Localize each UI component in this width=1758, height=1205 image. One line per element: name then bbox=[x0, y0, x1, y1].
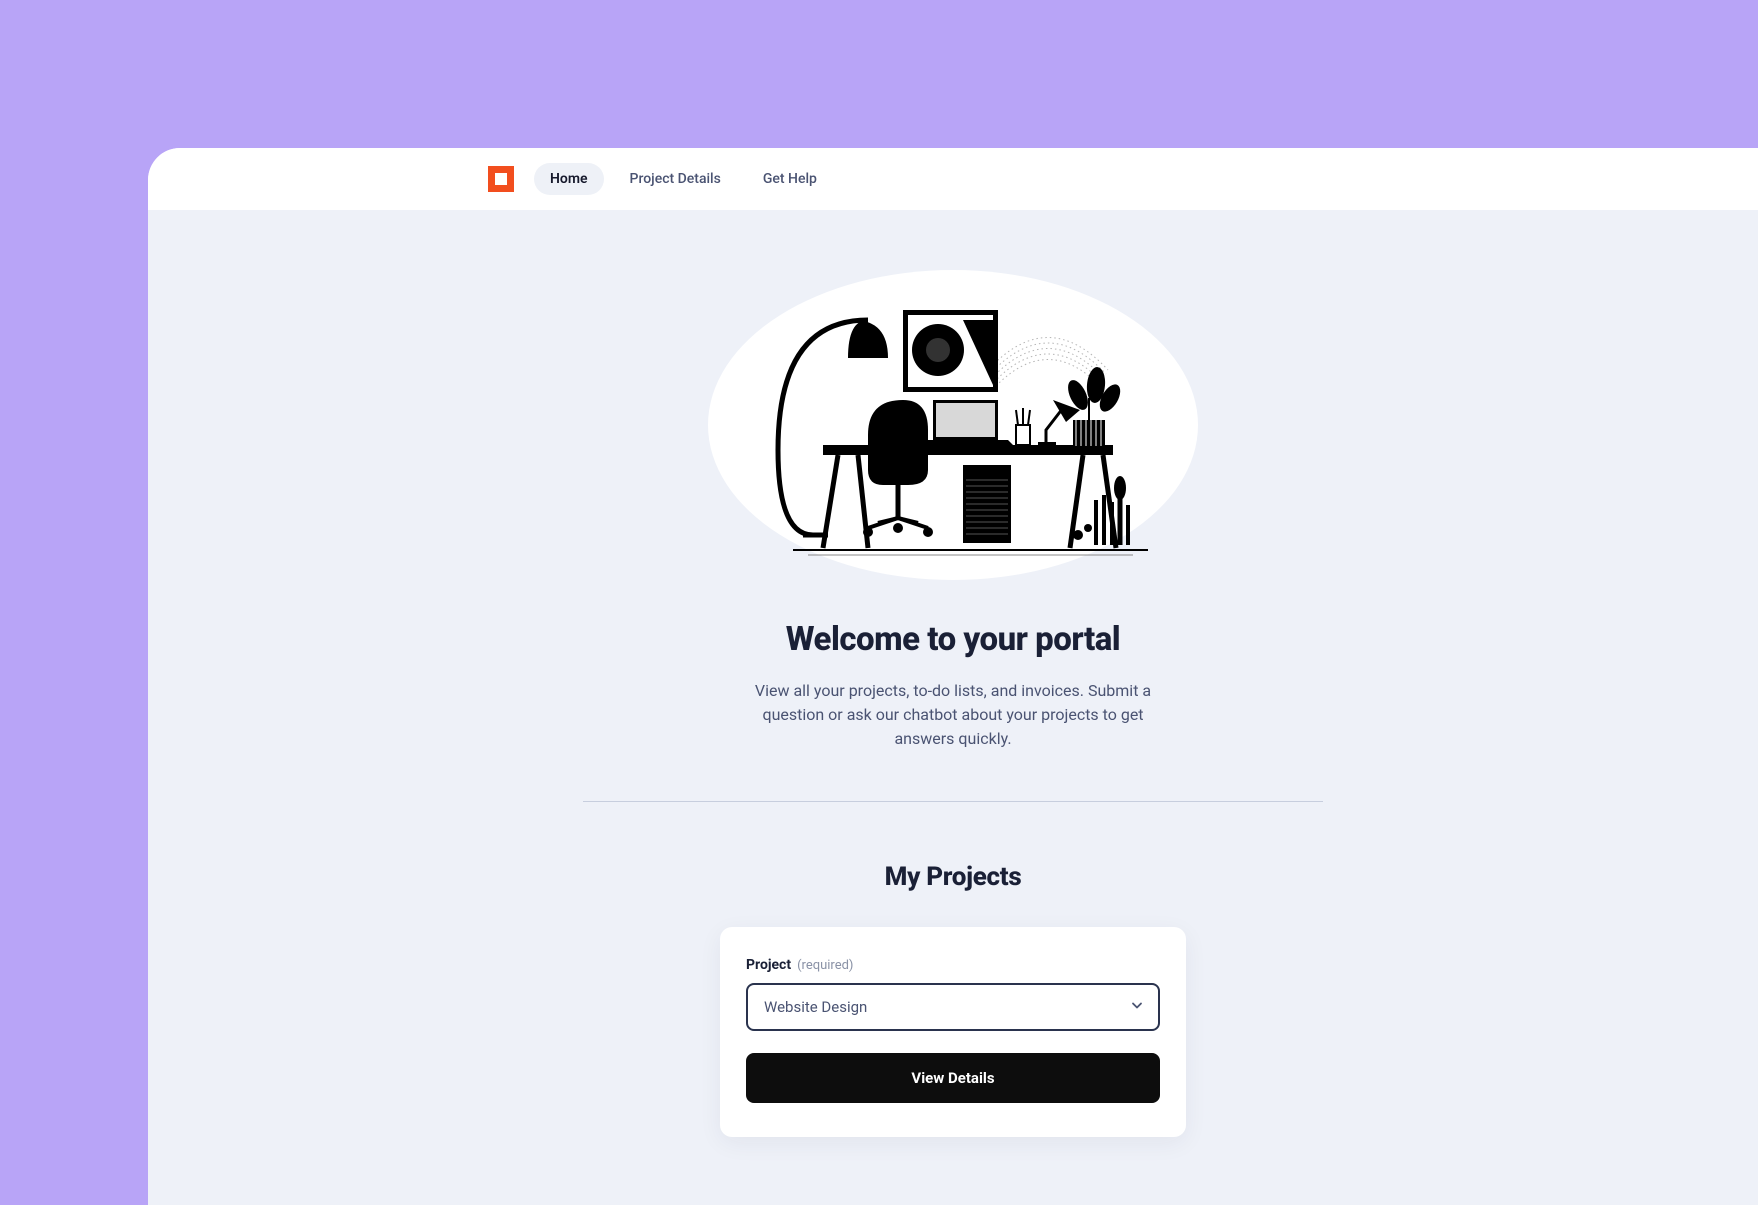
nav-get-help[interactable]: Get Help bbox=[747, 163, 833, 195]
view-details-button[interactable]: View Details bbox=[746, 1053, 1160, 1103]
project-select-wrapper: Website Design bbox=[746, 983, 1160, 1031]
welcome-title: Welcome to your portal bbox=[583, 620, 1323, 659]
project-selector-card: Project (required) Website Design View D… bbox=[720, 927, 1186, 1137]
my-projects-title: My Projects bbox=[583, 862, 1323, 892]
welcome-description: View all your projects, to-do lists, and… bbox=[733, 679, 1173, 751]
section-divider bbox=[583, 801, 1323, 802]
project-select[interactable]: Website Design bbox=[746, 983, 1160, 1031]
workspace-illustration-icon bbox=[708, 270, 1198, 580]
brand-logo-icon bbox=[488, 166, 514, 192]
hero-illustration bbox=[708, 270, 1198, 580]
main-content: Welcome to your portal View all your pro… bbox=[563, 210, 1343, 1137]
app-window: Home Project Details Get Help bbox=[148, 148, 1758, 1205]
project-field-label: Project bbox=[746, 957, 791, 973]
nav-home[interactable]: Home bbox=[534, 163, 604, 195]
project-field-required: (required) bbox=[797, 958, 853, 973]
project-field-label-row: Project (required) bbox=[746, 957, 1160, 973]
top-nav: Home Project Details Get Help bbox=[148, 148, 1758, 210]
nav-project-details[interactable]: Project Details bbox=[614, 163, 737, 195]
